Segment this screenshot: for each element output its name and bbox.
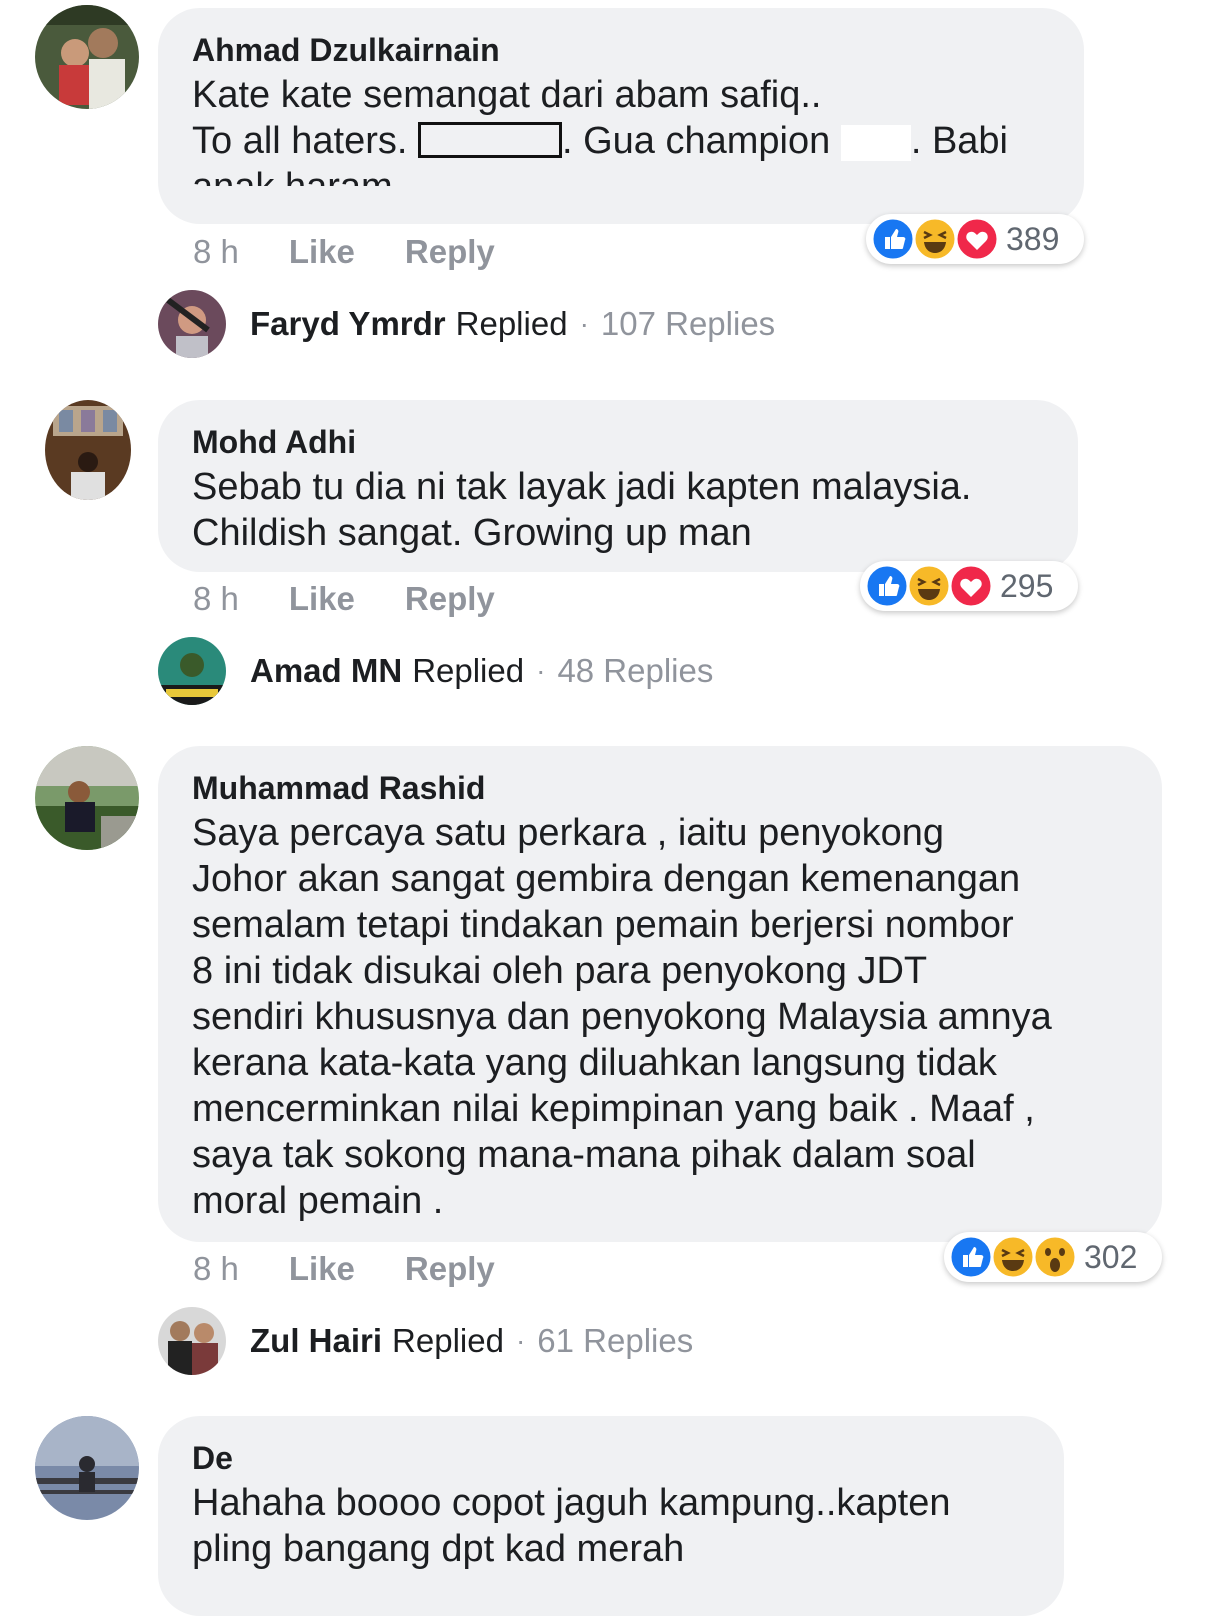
comment-author[interactable]: De	[192, 1438, 1030, 1478]
comment-author[interactable]: Muhammad Rashid	[192, 768, 1128, 808]
reaction-count: 295	[1000, 567, 1054, 604]
avatar[interactable]	[35, 1416, 139, 1520]
comment-time[interactable]: 8 h	[193, 233, 239, 271]
replies-summary[interactable]: Faryd Ymrdr Replied · 107 Replies	[158, 290, 775, 358]
separator: ·	[536, 655, 546, 686]
redaction-box	[418, 121, 562, 158]
like-button[interactable]: Like	[289, 1250, 355, 1288]
redaction-white	[840, 124, 911, 161]
love-icon	[954, 216, 1000, 262]
reply-count: 61 Replies	[537, 1322, 694, 1359]
reply-button[interactable]: Reply	[405, 1250, 495, 1288]
comment-author[interactable]: Ahmad Dzulkairnain	[192, 30, 1050, 70]
haha-icon	[912, 216, 958, 262]
comment-bubble: Ahmad Dzulkairnain Kate kate semangat da…	[158, 8, 1084, 224]
replied-label: Replied	[392, 1322, 504, 1359]
comment-bubble: Muhammad Rashid Saya percaya satu perkar…	[158, 746, 1162, 1242]
reply-button[interactable]: Reply	[405, 233, 495, 271]
comment-time[interactable]: 8 h	[193, 1250, 239, 1288]
avatar	[158, 290, 226, 358]
reply-count: 107 Replies	[600, 305, 776, 342]
like-button[interactable]: Like	[289, 233, 355, 271]
avatar[interactable]	[35, 746, 139, 850]
like-icon	[948, 1234, 994, 1280]
replier-name: Zul Hairi	[250, 1322, 383, 1359]
replied-label: Replied	[455, 305, 568, 342]
replier-name: Faryd Ymrdr	[250, 305, 446, 342]
avatar[interactable]	[35, 5, 139, 109]
separator: ·	[515, 1325, 526, 1356]
comment-text: Hahaha boooo copot jaguh kampung..kapten…	[192, 1482, 951, 1570]
haha-icon	[990, 1234, 1036, 1280]
comment-text: Kate kate semangat dari abam safiq.. To …	[192, 74, 1008, 186]
like-icon	[870, 216, 916, 262]
reactions-summary[interactable]: 389	[866, 214, 1084, 264]
like-icon	[864, 563, 910, 609]
comment-time[interactable]: 8 h	[193, 580, 239, 618]
comment-bubble: Mohd Adhi Sebab tu dia ni tak layak jadi…	[158, 400, 1078, 572]
reactions-summary[interactable]: 302	[944, 1232, 1162, 1282]
love-icon	[948, 563, 994, 609]
like-button[interactable]: Like	[289, 580, 355, 618]
replies-summary[interactable]: Zul Hairi Replied · 61 Replies	[158, 1307, 693, 1375]
reaction-count: 389	[1006, 220, 1060, 257]
separator: ·	[579, 308, 589, 339]
avatar[interactable]	[45, 400, 131, 500]
comment-actions: 8 h Like Reply	[193, 1250, 495, 1288]
replier-name: Amad MN	[250, 652, 403, 689]
replied-label: Replied	[412, 652, 525, 689]
avatar	[158, 1307, 226, 1375]
reply-count: 48 Replies	[557, 652, 714, 689]
comment-text: Saya percaya satu perkara , iaitu penyok…	[192, 812, 1052, 1222]
wow-icon	[1032, 1234, 1078, 1280]
comment-actions: 8 h Like Reply	[193, 233, 495, 271]
comment-actions: 8 h Like Reply	[193, 580, 495, 618]
replies-summary[interactable]: Amad MN Replied · 48 Replies	[158, 637, 713, 705]
haha-icon	[906, 563, 952, 609]
reaction-count: 302	[1084, 1238, 1138, 1275]
comment-text: Sebab tu dia ni tak layak jadi kapten ma…	[192, 466, 972, 554]
comment-bubble: De Hahaha boooo copot jaguh kampung..kap…	[158, 1416, 1064, 1616]
avatar	[158, 637, 226, 705]
reply-button[interactable]: Reply	[405, 580, 495, 618]
reactions-summary[interactable]: 295	[860, 561, 1078, 611]
comment-author[interactable]: Mohd Adhi	[192, 422, 1044, 462]
